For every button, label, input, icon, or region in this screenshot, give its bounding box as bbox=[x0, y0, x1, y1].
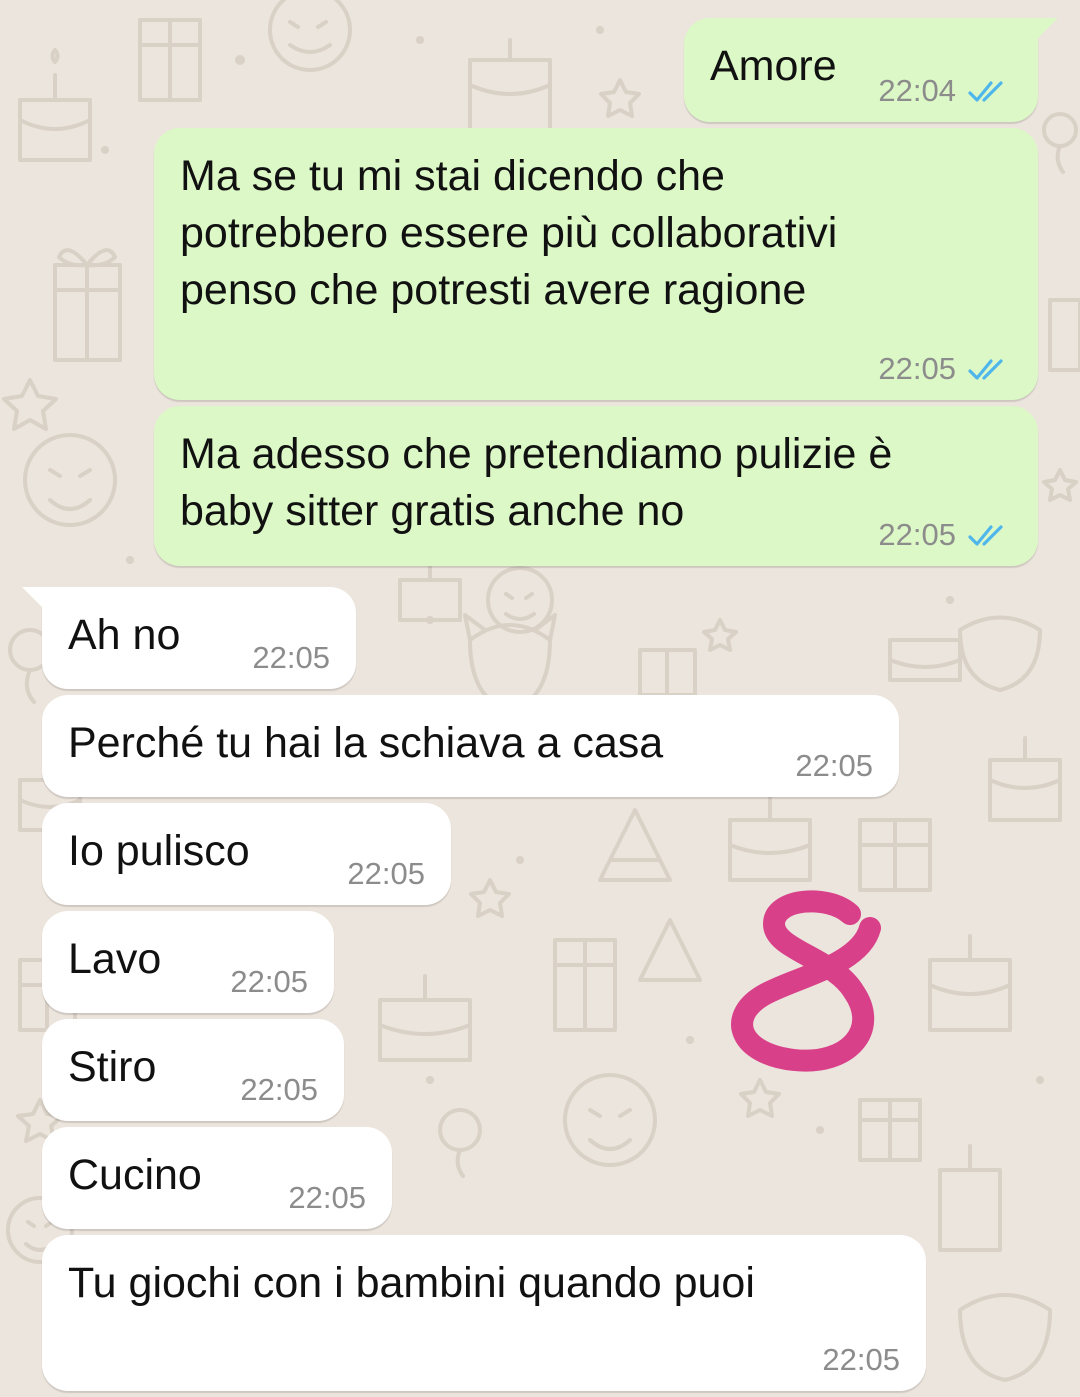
balloon-doodle-icon bbox=[1042, 112, 1078, 174]
message-timestamp: 22:05 bbox=[230, 964, 308, 999]
message-timestamp: 22:05 bbox=[252, 640, 330, 675]
message-meta: 22:05 bbox=[822, 1343, 900, 1377]
gift-doodle-icon bbox=[638, 648, 697, 697]
message-text: Ah no bbox=[68, 611, 181, 659]
message-text: Ma adesso che pretendiamo pulizie è baby… bbox=[180, 430, 893, 535]
cake-doodle-icon bbox=[938, 1144, 1002, 1252]
star-doodle-icon bbox=[599, 78, 641, 118]
message-bubble-incoming[interactable]: Tu giochi con i bambini quando puoi 22:0… bbox=[42, 1235, 926, 1391]
cake-doodle-icon bbox=[468, 38, 552, 132]
message-meta: 22:05 bbox=[288, 1181, 366, 1215]
star-doodle-icon bbox=[2, 378, 58, 431]
message-bubble-outgoing[interactable]: Ma se tu mi stai dicendo che potrebbero … bbox=[154, 128, 1038, 400]
message-timestamp: 22:05 bbox=[288, 1180, 366, 1215]
cake-doodle-icon bbox=[378, 974, 472, 1062]
message-bubble-incoming[interactable]: Cucino 22:05 bbox=[42, 1127, 392, 1229]
message-meta: 22:05 bbox=[878, 352, 1012, 386]
cake-doodle-icon bbox=[18, 48, 92, 162]
message-meta: 22:05 bbox=[240, 1073, 318, 1107]
message-meta: 22:04 bbox=[878, 74, 1012, 108]
message-text: Ma se tu mi stai dicendo che potrebbero … bbox=[180, 152, 838, 314]
message-bubble-incoming[interactable]: Ah no 22:05 bbox=[22, 587, 356, 689]
message-meta: 22:05 bbox=[878, 518, 1012, 552]
message-bubble-incoming[interactable]: Stiro 22:05 bbox=[42, 1019, 344, 1121]
message-timestamp: 22:05 bbox=[878, 351, 956, 386]
message-meta: 22:05 bbox=[230, 965, 308, 999]
gift-doodle-icon bbox=[53, 248, 122, 362]
message-timestamp: 22:05 bbox=[795, 748, 873, 783]
double-check-icon bbox=[968, 359, 1003, 380]
cake-doodle-icon bbox=[728, 794, 812, 882]
message-bubble-outgoing[interactable]: Ma adesso che pretendiamo pulizie è baby… bbox=[154, 406, 1038, 566]
face-doodle-icon bbox=[563, 1073, 657, 1167]
message-text: Io pulisco bbox=[68, 827, 250, 875]
cat-doodle-icon bbox=[958, 615, 1042, 692]
party-hat-doodle-icon bbox=[598, 808, 672, 882]
gift-doodle-icon bbox=[858, 1098, 922, 1162]
gift-doodle-icon bbox=[138, 18, 202, 102]
star-doodle-icon bbox=[1042, 468, 1078, 502]
double-check-icon bbox=[968, 81, 1003, 102]
cake-doodle-icon bbox=[398, 560, 462, 622]
cake-doodle-icon bbox=[988, 736, 1062, 822]
cake-doodle-icon bbox=[888, 638, 962, 682]
message-bubble-outgoing[interactable]: Amore 22:04 bbox=[684, 18, 1058, 122]
face-doodle-icon bbox=[23, 433, 117, 527]
balloon-doodle-icon bbox=[438, 1108, 482, 1178]
star-doodle-icon bbox=[702, 618, 738, 652]
gift-doodle-icon bbox=[1048, 298, 1080, 372]
message-text: Tu giochi con i bambini quando puoi bbox=[68, 1259, 755, 1307]
message-timestamp: 22:05 bbox=[240, 1072, 318, 1107]
message-timestamp: 22:04 bbox=[878, 73, 956, 108]
message-meta: 22:05 bbox=[795, 749, 873, 783]
message-text: Lavo bbox=[68, 935, 162, 983]
message-bubble-incoming[interactable]: Perché tu hai la schiava a casa 22:05 bbox=[42, 695, 899, 797]
message-meta: 22:05 bbox=[347, 857, 425, 891]
star-doodle-icon bbox=[739, 1078, 781, 1118]
handwritten-8-annotation bbox=[731, 890, 881, 1072]
message-bubble-incoming[interactable]: Io pulisco 22:05 bbox=[42, 803, 451, 905]
message-timestamp: 22:05 bbox=[347, 856, 425, 891]
star-doodle-icon bbox=[469, 878, 511, 918]
message-timestamp: 22:05 bbox=[822, 1342, 900, 1377]
message-text: Stiro bbox=[68, 1043, 157, 1091]
message-meta: 22:05 bbox=[252, 641, 330, 675]
double-check-icon bbox=[968, 525, 1003, 546]
message-bubble-incoming[interactable]: Lavo 22:05 bbox=[42, 911, 334, 1013]
gift-doodle-icon bbox=[553, 938, 617, 1032]
cat-doodle-icon bbox=[958, 1293, 1052, 1382]
party-hat-doodle-icon bbox=[638, 918, 702, 982]
message-text: Amore bbox=[710, 42, 837, 90]
cake-doodle-icon bbox=[928, 934, 1012, 1032]
message-text: Cucino bbox=[68, 1151, 202, 1199]
message-text: Perché tu hai la schiava a casa bbox=[68, 719, 664, 767]
message-timestamp: 22:05 bbox=[878, 517, 956, 552]
face-doodle-icon bbox=[268, 0, 352, 72]
